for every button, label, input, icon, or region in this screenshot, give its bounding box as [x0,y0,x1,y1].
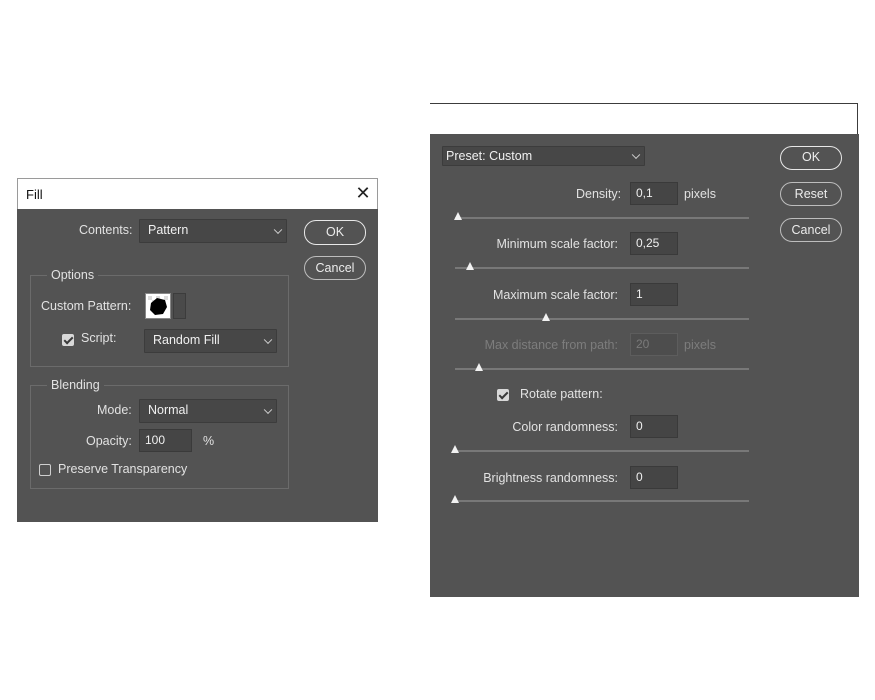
max-scale-slider-thumb[interactable] [542,313,551,321]
brightness-randomness-slider-thumb[interactable] [451,495,459,503]
close-icon[interactable]: ✕ [352,182,374,204]
custom-pattern-label: Custom Pattern: [41,299,132,313]
fill-dialog-body: Contents: Pattern OK Cancel Options Cust… [17,209,378,522]
contents-value: Pattern [148,223,189,237]
blending-legend: Blending [47,378,104,392]
cancel-button[interactable]: Cancel [304,256,366,280]
opacity-label: Opacity: [86,434,132,448]
min-scale-slider-thumb[interactable] [465,262,474,270]
rotate-pattern-checkbox[interactable] [497,389,509,401]
script-checkbox[interactable] [62,334,74,346]
max-distance-slider-track [455,368,749,370]
min-scale-slider-track[interactable] [455,267,749,269]
rf-ok-button[interactable]: OK [780,146,842,170]
options-legend: Options [47,268,99,282]
rotate-pattern-label: Rotate pattern: [520,387,603,401]
preset-value: Preset: Custom [446,149,533,163]
mode-dropdown[interactable]: Normal [139,399,277,423]
density-slider-track[interactable] [455,217,749,219]
preserve-transparency-checkbox[interactable] [39,464,51,476]
brightness-randomness-slider-track[interactable] [455,500,749,502]
pattern-swatch[interactable] [145,293,171,319]
script-dropdown[interactable]: Random Fill [144,329,277,353]
density-slider-thumb[interactable] [453,212,462,220]
max-distance-field: 20 [630,333,678,356]
density-label: Density: [576,187,622,201]
chevron-down-icon [631,150,641,160]
script-label: Script: [81,331,117,345]
max-scale-slider-track[interactable] [455,318,749,320]
max-distance-label: Max distance from path: [484,338,618,352]
rf-cancel-button[interactable]: Cancel [780,218,842,242]
dialog-title: Fill [26,187,43,202]
options-group [30,275,289,367]
brightness-randomness-label: Brightness randomness: [483,471,618,485]
color-randomness-slider-thumb[interactable] [451,445,459,453]
contents-dropdown[interactable]: Pattern [139,219,287,243]
density-field[interactable]: 0,1 [630,182,678,205]
fill-dialog: Fill ✕ Contents: Pattern OK Cancel Optio… [17,178,378,522]
mode-value: Normal [148,403,189,417]
rf-reset-button[interactable]: Reset [780,182,842,206]
color-randomness-slider-track[interactable] [455,450,749,452]
random-fill-dialog: Preset: Custom OK Reset Cancel Density: … [430,134,859,597]
color-randomness-label: Color randomness: [512,420,618,434]
ok-button[interactable]: OK [304,220,366,245]
preset-dropdown[interactable]: Preset: Custom [442,146,645,166]
preserve-transparency-label: Preserve Transparency [58,462,188,476]
script-dialog-title-bar[interactable] [430,103,858,134]
max-scale-field[interactable]: 1 [630,283,678,306]
fill-title-bar[interactable]: Fill ✕ [17,178,378,209]
opacity-unit: % [203,434,215,448]
script-value: Random Fill [153,333,220,347]
chevron-down-icon [263,405,273,415]
pattern-picker-toggle[interactable] [173,293,186,319]
color-randomness-field[interactable]: 0 [630,415,678,438]
opacity-field[interactable]: 100 [139,429,192,452]
max-scale-label: Maximum scale factor: [492,288,618,302]
min-scale-field[interactable]: 0,25 [630,232,678,255]
chevron-down-icon [273,225,283,235]
pattern-preview-icon [146,294,170,318]
max-distance-unit: pixels [684,338,716,352]
density-unit: pixels [684,187,716,201]
mode-label: Mode: [97,403,132,417]
min-scale-label: Minimum scale factor: [496,237,618,251]
max-distance-slider-thumb [474,363,483,371]
contents-label: Contents: [79,223,133,237]
chevron-down-icon [263,335,273,345]
brightness-randomness-field[interactable]: 0 [630,466,678,489]
